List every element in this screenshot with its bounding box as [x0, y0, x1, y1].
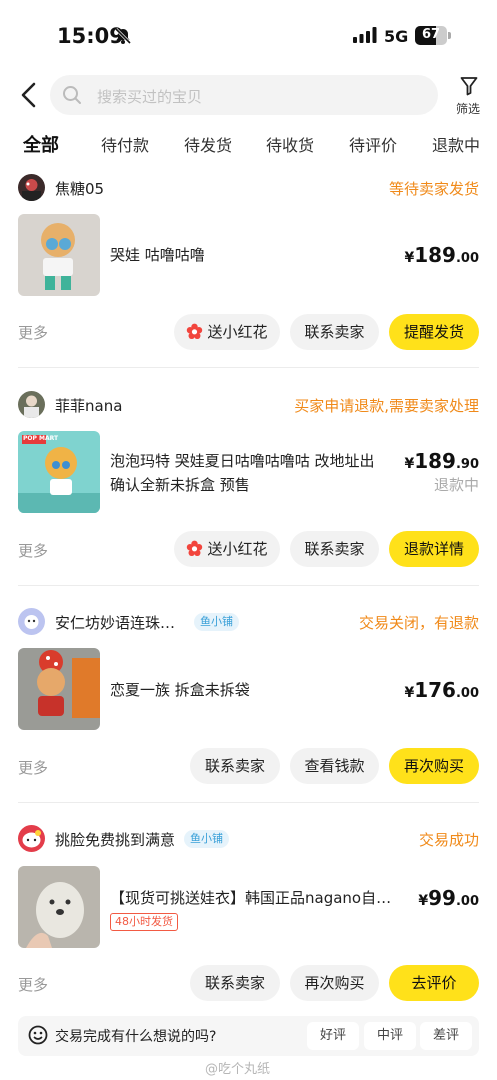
tab-pending-receipt[interactable]: 待收货 [266, 132, 314, 156]
contact-seller-button[interactable]: 联系卖家 [190, 748, 280, 784]
divider [18, 367, 479, 368]
order-price: ¥189.00 [404, 243, 479, 267]
tab-refunding[interactable]: 退款中 [432, 132, 480, 156]
product-image[interactable]: POP MART [18, 431, 100, 513]
send-flower-button[interactable]: 送小红花 [174, 314, 280, 350]
divider [18, 585, 479, 586]
filter-button[interactable]: 筛选 [452, 74, 484, 118]
filter-funnel-icon [460, 76, 478, 100]
seller-avatar[interactable] [18, 608, 45, 635]
search-icon [62, 85, 82, 109]
product-image[interactable] [18, 214, 100, 296]
remind-shipping-button[interactable]: 提醒发货 [389, 314, 479, 350]
order-status: 交易成功 [418, 831, 479, 849]
order-price: ¥176.00 [404, 678, 479, 702]
send-flower-button[interactable]: 送小红花 [174, 531, 280, 567]
refund-status-note: 退款中 [433, 476, 479, 494]
seller-name[interactable]: 安仁坊妙语连珠… [55, 612, 175, 633]
smile-face-icon [28, 1025, 48, 1049]
network-type: 5G [384, 27, 409, 46]
order-status: 买家申请退款,需要卖家处理 [294, 397, 479, 415]
brand-label: POP MART [23, 435, 59, 442]
product-title[interactable]: 【现货可挑送娃衣】韩国正品nagano自… [110, 886, 402, 910]
contact-seller-button[interactable]: 联系卖家 [290, 531, 379, 567]
product-title[interactable]: 恋夏一族 拆盒未拆袋 [110, 678, 250, 702]
battery-icon: 67 [415, 26, 451, 45]
view-payment-button[interactable]: 查看钱款 [290, 748, 379, 784]
search-placeholder: 搜索买过的宝贝 [97, 88, 203, 106]
battery-level: 67 [421, 27, 441, 42]
tab-pending-review[interactable]: 待评价 [349, 132, 397, 156]
red-flower-icon [186, 534, 203, 570]
order-price: ¥99.00 [418, 886, 479, 910]
seller-name[interactable]: 挑脸免费挑到满意 [55, 829, 175, 850]
order-status: 等待卖家发货 [388, 180, 479, 198]
divider [18, 802, 479, 803]
shop-badge: 鱼小铺 [194, 613, 239, 631]
seller-avatar[interactable] [18, 391, 45, 418]
chevron-left-icon [21, 82, 36, 108]
more-link[interactable]: 更多 [18, 540, 48, 561]
seller-name[interactable]: 菲菲nana [55, 395, 122, 416]
product-image[interactable] [18, 866, 100, 948]
write-review-button[interactable]: 去评价 [389, 965, 479, 1001]
product-title[interactable]: 泡泡玛特 哭娃夏日咕噜咕噜咕 改地址出 确认全新未拆盒 预售 [110, 449, 400, 497]
buy-again-button[interactable]: 再次购买 [290, 965, 379, 1001]
tab-pending-payment[interactable]: 待付款 [101, 132, 149, 156]
back-button[interactable] [14, 78, 46, 112]
seller-avatar[interactable] [18, 174, 45, 201]
more-link[interactable]: 更多 [18, 757, 48, 778]
contact-seller-button[interactable]: 联系卖家 [190, 965, 280, 1001]
cellular-signal-icon [353, 27, 377, 47]
seller-avatar[interactable] [18, 825, 45, 852]
red-flower-icon [186, 317, 203, 353]
tab-pending-shipment[interactable]: 待发货 [184, 132, 232, 156]
shipping-tag: 48小时发货 [110, 913, 178, 931]
watermark: @吃个丸纸 [205, 1062, 271, 1077]
neutral-review-button[interactable]: 中评 [364, 1022, 416, 1050]
status-bar: 15:09 5G 67 [0, 0, 497, 70]
search-input[interactable]: 搜索买过的宝贝 [50, 75, 438, 115]
tab-all[interactable]: 全部 [23, 131, 59, 157]
product-image[interactable] [18, 648, 100, 730]
good-review-button[interactable]: 好评 [307, 1022, 359, 1050]
shop-badge: 鱼小铺 [184, 830, 229, 848]
bad-review-button[interactable]: 差评 [420, 1022, 472, 1050]
product-title[interactable]: 哭娃 咕噜咕噜 [110, 243, 205, 267]
order-price: ¥189.90 [404, 449, 479, 473]
feedback-question: 交易完成有什么想说的吗? [55, 1029, 217, 1045]
refund-details-button[interactable]: 退款详情 [389, 531, 479, 567]
filter-label: 筛选 [455, 102, 480, 116]
trade-feedback-bar: 交易完成有什么想说的吗? 好评 中评 差评 [18, 1016, 479, 1056]
more-link[interactable]: 更多 [18, 974, 48, 995]
mute-bell-icon [114, 27, 132, 49]
contact-seller-button[interactable]: 联系卖家 [290, 314, 379, 350]
buy-again-button[interactable]: 再次购买 [389, 748, 479, 784]
seller-name[interactable]: 焦糖05 [55, 178, 104, 199]
order-status: 交易关闭，有退款 [358, 614, 479, 632]
more-link[interactable]: 更多 [18, 322, 48, 343]
